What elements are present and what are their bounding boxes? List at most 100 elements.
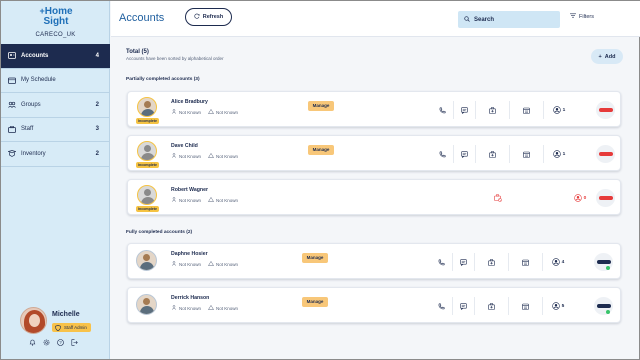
kit-icon[interactable] (476, 145, 510, 163)
sidebar: +Home Sight CARECO_UK Accounts 4 My Sche… (1, 1, 110, 359)
incomplete-badge: Incomplete (136, 162, 159, 168)
account-actions (487, 180, 509, 216)
users-icon[interactable]: 5 (543, 297, 573, 315)
users-icon[interactable]: 1 (544, 101, 574, 119)
online-dot (605, 266, 610, 270)
filters-button[interactable]: Filters (570, 13, 594, 20)
account-card[interactable]: Incomplete Alice Bradbury Not Known Not K… (127, 91, 621, 127)
role-label: Staff Admin (64, 325, 87, 330)
meta-allergies: Not Known (216, 109, 239, 115)
user-count: 1 (562, 107, 566, 113)
device-status-toggle[interactable] (596, 145, 615, 163)
device-status-toggle[interactable] (596, 189, 615, 207)
sidebar-item-my-schedule[interactable]: My Schedule (1, 69, 110, 93)
top-header: Accounts Refresh Search Filters (111, 1, 640, 37)
warning-icon (207, 260, 215, 267)
calendar-icon[interactable] (509, 297, 543, 315)
meta-allergies: Not Known (216, 153, 239, 159)
avatar[interactable] (20, 307, 47, 334)
account-card[interactable]: Incomplete Robert Wagner Not Known Not Kn… (127, 179, 621, 215)
logout-icon[interactable] (71, 339, 78, 346)
phone-icon[interactable] (432, 101, 454, 119)
account-name: Dave Child (171, 143, 198, 149)
sidebar-item-count: 2 (95, 101, 99, 108)
manage-button[interactable]: Manage (308, 101, 334, 111)
online-dot (605, 310, 610, 314)
user-count: 1 (562, 151, 566, 157)
gear-icon[interactable] (43, 339, 50, 346)
search-placeholder: Search (474, 16, 495, 23)
refresh-button[interactable]: Refresh (185, 8, 232, 26)
kit-icon[interactable] (476, 101, 510, 119)
message-icon[interactable] (454, 101, 476, 119)
search-icon (464, 15, 470, 24)
message-icon[interactable] (454, 145, 476, 163)
person-icon (171, 109, 177, 115)
sidebar-item-accounts[interactable]: Accounts 4 (1, 44, 110, 69)
meta-gender: Not Known (179, 261, 202, 267)
account-name: Daphne Hosier (171, 251, 208, 257)
filter-icon (570, 13, 576, 20)
meta-gender: Not Known (179, 153, 202, 159)
kit-icon[interactable] (475, 297, 509, 315)
groups-icon (8, 101, 16, 109)
calendar-icon[interactable] (509, 253, 543, 271)
profile-actions: ? (29, 339, 78, 346)
device-status-toggle[interactable] (594, 297, 613, 315)
sidebar-item-inventory[interactable]: Inventory 2 (1, 142, 110, 167)
sidebar-item-count: 3 (95, 126, 99, 133)
kit-icon[interactable] (475, 253, 509, 271)
users-icon[interactable]: 1 (544, 145, 574, 163)
account-actions: 4 (431, 244, 573, 280)
account-card[interactable]: Daphne Hosier Not Known Not Known Manage… (127, 243, 621, 279)
kit-alert-icon[interactable] (487, 189, 509, 207)
bell-icon[interactable] (29, 339, 36, 346)
sidebar-item-staff[interactable]: Staff 3 (1, 118, 110, 142)
calendar-icon[interactable] (510, 101, 544, 119)
account-avatar (137, 185, 157, 205)
sidebar-item-count: 2 (95, 150, 99, 157)
users-alert-icon[interactable]: 0 (565, 189, 595, 207)
search-input[interactable]: Search (458, 11, 560, 28)
account-card[interactable]: Incomplete Dave Child Not Known Not Known… (127, 135, 621, 171)
homesight-logo[interactable]: +Home Sight (31, 6, 81, 27)
phone-icon[interactable] (432, 145, 454, 163)
warning-icon (207, 304, 215, 311)
account-status: 0 (565, 180, 595, 216)
warning-icon (207, 196, 215, 203)
incomplete-badge: Incomplete (136, 118, 159, 124)
user-count: 4 (561, 259, 565, 265)
person-icon (171, 197, 177, 203)
message-icon[interactable] (453, 297, 475, 315)
account-actions: 5 (431, 288, 573, 324)
person-icon (171, 261, 177, 267)
role-badge: Staff Admin (52, 323, 91, 332)
sort-note: Accounts have been sorted by alphabetica… (126, 56, 224, 61)
calendar-icon[interactable] (510, 145, 544, 163)
users-icon[interactable]: 4 (543, 253, 573, 271)
meta-gender: Not Known (179, 305, 202, 311)
svg-text:?: ? (59, 340, 62, 345)
user-count: 0 (583, 195, 587, 201)
account-meta: Not Known Not Known (171, 260, 238, 267)
page-title: Accounts (119, 12, 165, 24)
device-status-toggle[interactable] (594, 253, 613, 271)
account-meta: Not Known Not Known (171, 196, 238, 203)
manage-button[interactable]: Manage (302, 297, 328, 307)
phone-icon[interactable] (431, 297, 453, 315)
account-card[interactable]: Derrick Hanson Not Known Not Known Manag… (127, 287, 621, 323)
add-account-button[interactable]: + Add (591, 49, 623, 64)
add-label: Add (604, 53, 616, 60)
help-icon[interactable]: ? (57, 339, 64, 346)
manage-button[interactable]: Manage (302, 253, 328, 263)
phone-icon[interactable] (431, 253, 453, 271)
message-icon[interactable] (453, 253, 475, 271)
inventory-icon (8, 150, 16, 158)
account-avatar (136, 294, 157, 315)
device-status-toggle[interactable] (596, 101, 615, 119)
sidebar-nav: Accounts 4 My Schedule Groups 2 Staff 3 … (1, 44, 110, 167)
sidebar-item-groups[interactable]: Groups 2 (1, 93, 110, 118)
filters-label: Filters (579, 13, 594, 20)
manage-button[interactable]: Manage (308, 145, 334, 155)
account-actions: 1 (432, 136, 574, 172)
